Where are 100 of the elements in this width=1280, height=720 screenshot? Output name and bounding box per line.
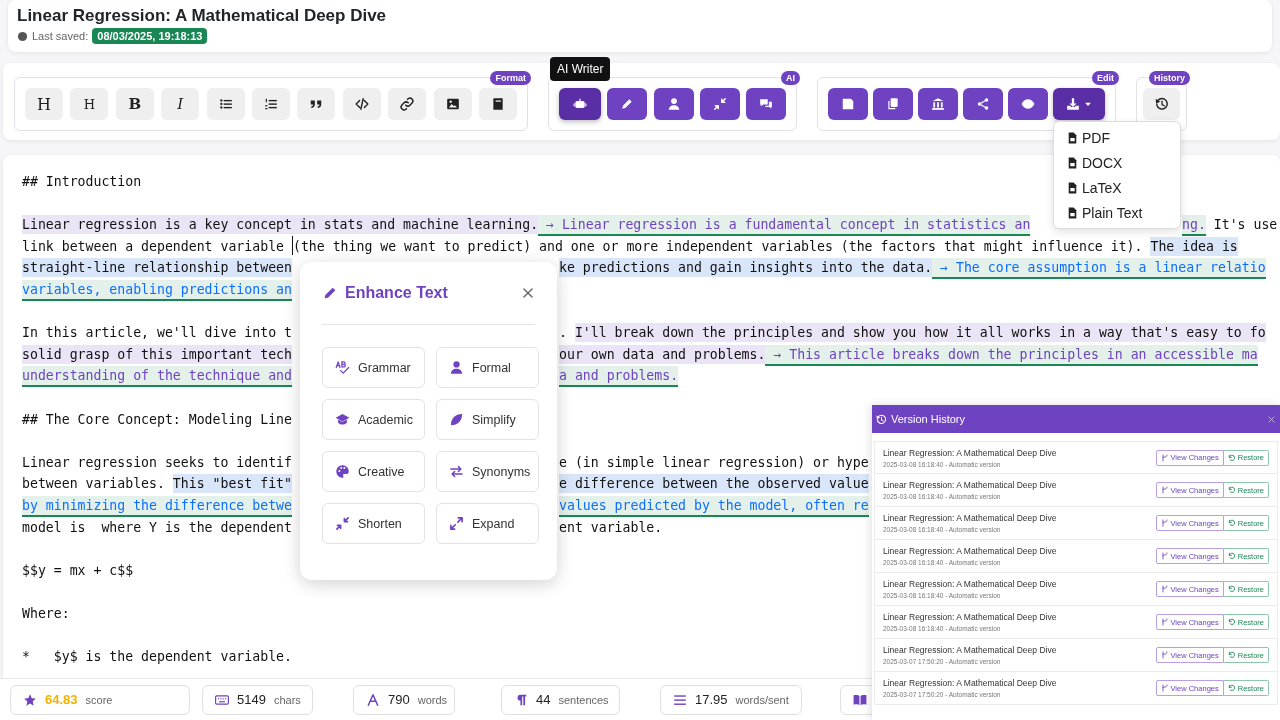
editor-text: * $y$ is the dependent variable. (22, 648, 292, 667)
selected-text: e difference between the observed value (559, 474, 869, 494)
editor-text: ent variable. (559, 518, 663, 537)
branch-icon (1160, 519, 1169, 527)
editor-text: . (559, 324, 568, 343)
format-button[interactable] (388, 88, 427, 120)
swap-icon (449, 464, 464, 479)
panel-title: Version History (891, 413, 966, 425)
graduation-cap-icon (335, 412, 350, 427)
edit-button[interactable] (828, 88, 868, 120)
format-button[interactable]: I (161, 88, 200, 120)
suggested-text: ng. (1182, 215, 1206, 237)
tooltip: AI Writer (550, 57, 611, 81)
enhance-option-button[interactable]: Expand (436, 503, 539, 544)
editor-text: ## The Core Concept: Modeling Line (22, 410, 292, 429)
stat-value: 17.95 (695, 692, 728, 707)
enhance-option-button[interactable]: Formal (436, 347, 539, 388)
edit-button[interactable] (1008, 88, 1048, 120)
group-badge: Edit (1092, 71, 1119, 85)
close-button[interactable] (1267, 414, 1276, 424)
edit-button[interactable] (873, 88, 913, 120)
stat-label: sentences (558, 693, 609, 706)
enhance-option-button[interactable]: Academic (322, 399, 425, 440)
format-button[interactable] (251, 88, 290, 120)
enhance-option-button[interactable]: Shorten (322, 503, 425, 544)
spellcheck-icon (335, 360, 350, 375)
save-icon (841, 97, 855, 111)
stat-label: words/sent (735, 693, 789, 706)
version-title: Linear Regression: A Mathematical Deep Dive (883, 579, 1057, 589)
edit-button[interactable] (918, 88, 958, 120)
undo-icon (1227, 651, 1236, 659)
branch-icon (1160, 618, 1169, 626)
format-button[interactable] (342, 88, 381, 120)
edit-button[interactable] (963, 88, 1003, 120)
user-icon (449, 360, 464, 375)
original-text: Linear regression is a key concept in stats and machine learning. (22, 215, 539, 235)
editor-text: In this article, we'll dive into t (22, 324, 292, 343)
ai-button[interactable] (746, 88, 786, 120)
close-icon (1267, 414, 1276, 424)
copy-icon (886, 97, 900, 111)
stat-value: 790 (388, 692, 410, 707)
pencil-icon (620, 97, 635, 111)
format-button[interactable] (478, 88, 517, 120)
file-icon (1066, 180, 1079, 195)
font-icon (366, 692, 380, 707)
last-saved-label: Last saved: (32, 30, 89, 42)
list-icon (218, 97, 233, 111)
history-button[interactable] (1143, 88, 1180, 120)
version-title: Linear Regression: A Mathematical Deep Dive (883, 447, 1057, 458)
keyboard-icon (215, 692, 229, 707)
format-button[interactable]: B (115, 88, 154, 120)
lines-icon (673, 692, 687, 707)
enhance-option-button[interactable]: Simplify (436, 399, 539, 440)
stat-value: 64.83 (45, 692, 78, 707)
format-button[interactable] (297, 88, 336, 120)
suggested-text: → Linear regression is a fundamental concept in statistics an (538, 215, 1031, 237)
enhance-option-button[interactable]: Creative (322, 451, 425, 492)
palette-icon (335, 464, 350, 479)
download-button[interactable] (1053, 88, 1105, 120)
download-icon (1065, 97, 1080, 111)
format-button[interactable]: H (25, 88, 63, 120)
format-button[interactable]: H (70, 88, 109, 120)
stat-label: words (417, 693, 448, 706)
expand-icon (449, 516, 464, 531)
close-icon (521, 286, 535, 300)
stat-value: 5149 (237, 692, 266, 707)
menu-item[interactable]: PDF (1054, 125, 1180, 150)
book-icon (853, 692, 867, 707)
editor-text: ## Introduction (22, 173, 142, 191)
format-button[interactable] (206, 88, 245, 120)
file-icon (1066, 130, 1079, 145)
editor-text: It's use (1212, 216, 1278, 235)
version-title: Linear Regression: A Mathematical Deep Dive (883, 645, 1057, 655)
suggested-text: → The core assumption is a linear relatio (932, 258, 1266, 280)
suggested-text: by minimizing the difference betwe (22, 495, 292, 517)
version-title: Linear Regression: A Mathematical Deep Dive (883, 612, 1057, 622)
undo-icon (1227, 585, 1236, 593)
menu-item[interactable]: Plain Text (1054, 200, 1180, 225)
editor-text: link between a dependent variable (22, 237, 285, 256)
undo-icon (1227, 486, 1236, 494)
enhance-option-button[interactable]: Grammar (322, 347, 425, 388)
enhance-option-button[interactable]: Synonyms (436, 451, 539, 492)
stat-label: score (85, 693, 113, 706)
original-text: our own data and problems. (559, 344, 766, 364)
numbered-list-icon (263, 97, 278, 111)
selected-text: ke predictions and gain insights into the data. (559, 258, 933, 278)
menu-item[interactable]: LaTeX (1054, 175, 1180, 200)
document-title: Linear Regression: A Mathematical Deep Dive (17, 5, 388, 27)
undo-icon (1227, 519, 1236, 527)
ai-button[interactable] (653, 88, 694, 120)
close-button[interactable] (521, 286, 535, 300)
stat-label: chars (273, 693, 301, 706)
format-button[interactable] (433, 88, 472, 120)
ai-button[interactable] (607, 88, 648, 120)
ai-button[interactable] (699, 88, 740, 120)
ai-button[interactable] (559, 88, 601, 120)
menu-item[interactable]: DOCX (1054, 150, 1180, 175)
suggested-text: understanding of the technique and (22, 366, 292, 388)
original-text: solid grasp of this important tech (22, 344, 292, 364)
image-icon (445, 97, 460, 111)
